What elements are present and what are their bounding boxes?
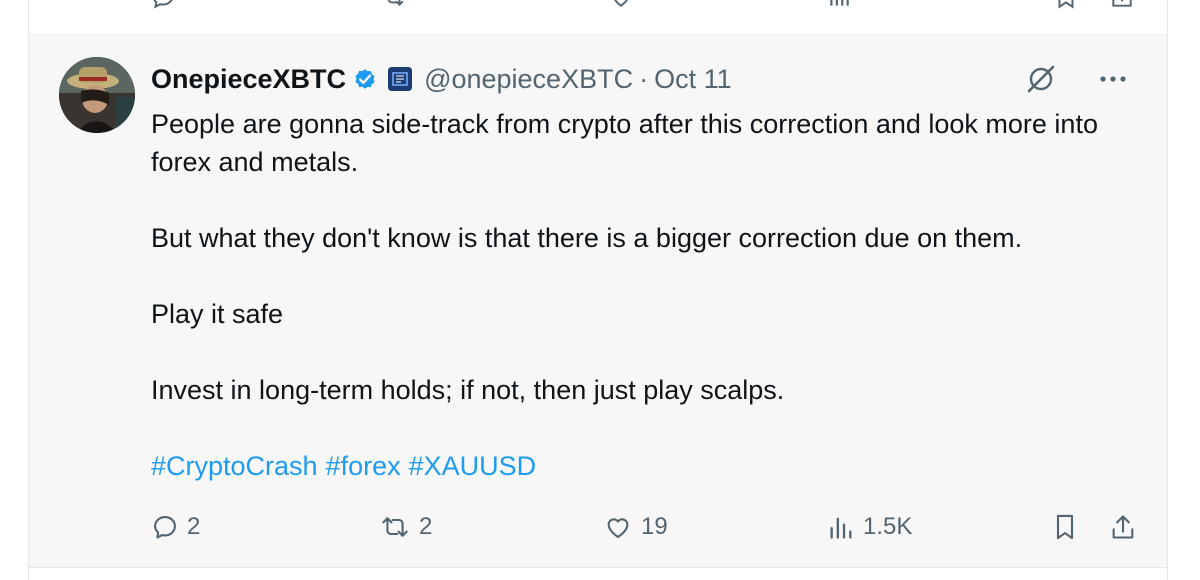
tweet-paragraph: People are gonna side-track from crypto … bbox=[151, 109, 1098, 177]
tweet-paragraph: But what they don't know is that there i… bbox=[151, 223, 1023, 253]
tweet-paragraph: Play it safe bbox=[151, 299, 284, 329]
share-button[interactable] bbox=[1109, 507, 1137, 547]
like-icon bbox=[603, 513, 633, 541]
avatar[interactable] bbox=[59, 57, 135, 133]
author-handle[interactable]: @onepieceXBTC bbox=[424, 64, 633, 95]
separator-dot: · bbox=[639, 63, 649, 94]
bookmark-icon bbox=[1051, 512, 1079, 542]
repost-count: 2 bbox=[419, 513, 433, 540]
timeline-column: OnepieceXBTC @onepieceXBTC · Oct 11 Peop… bbox=[28, 0, 1168, 580]
like-icon[interactable] bbox=[607, 0, 635, 10]
views-icon bbox=[827, 513, 855, 541]
like-count: 19 bbox=[641, 513, 668, 540]
views-icon[interactable] bbox=[825, 0, 853, 10]
tweet-actions: 2 2 19 1.5K bbox=[151, 507, 1151, 547]
verified-badge-icon[interactable] bbox=[352, 66, 378, 92]
reply-count: 2 bbox=[187, 513, 201, 540]
bookmark-button[interactable] bbox=[1051, 507, 1079, 547]
next-tweet-edge bbox=[29, 568, 1167, 580]
tweet-date[interactable]: Oct 11 bbox=[654, 64, 732, 95]
more-options-icon[interactable] bbox=[1095, 63, 1131, 95]
affiliate-badge-icon[interactable] bbox=[388, 67, 413, 91]
hashtag-list: #CryptoCrash #forex #XAUUSD bbox=[151, 447, 1151, 485]
tweet-header: OnepieceXBTC @onepieceXBTC · Oct 11 bbox=[151, 61, 732, 97]
repost-button[interactable]: 2 bbox=[379, 507, 432, 547]
reply-icon bbox=[151, 513, 179, 541]
like-button[interactable]: 19 bbox=[603, 507, 668, 547]
share-icon bbox=[1109, 512, 1137, 542]
previous-tweet-actions bbox=[29, 0, 1167, 35]
view-count: 1.5K bbox=[863, 513, 913, 540]
grok-icon[interactable] bbox=[1025, 63, 1057, 95]
views-button[interactable]: 1.5K bbox=[827, 507, 912, 547]
share-icon[interactable] bbox=[1109, 0, 1135, 10]
repost-icon bbox=[379, 513, 411, 541]
tweet-text: People are gonna side-track from crypto … bbox=[151, 105, 1151, 485]
tweet-paragraph: Invest in long-term holds; if not, then … bbox=[151, 375, 785, 405]
hashtag-link[interactable]: #forex bbox=[326, 451, 401, 481]
hashtag-link[interactable]: #XAUUSD bbox=[409, 451, 537, 481]
retweet-icon[interactable] bbox=[379, 0, 409, 10]
reply-button[interactable]: 2 bbox=[151, 507, 200, 547]
author-display-name[interactable]: OnepieceXBTC bbox=[151, 64, 346, 95]
reply-icon[interactable] bbox=[149, 0, 177, 10]
bookmark-icon[interactable] bbox=[1053, 0, 1079, 10]
tweet[interactable]: OnepieceXBTC @onepieceXBTC · Oct 11 Peop… bbox=[29, 35, 1167, 568]
hashtag-link[interactable]: #CryptoCrash bbox=[151, 451, 318, 481]
